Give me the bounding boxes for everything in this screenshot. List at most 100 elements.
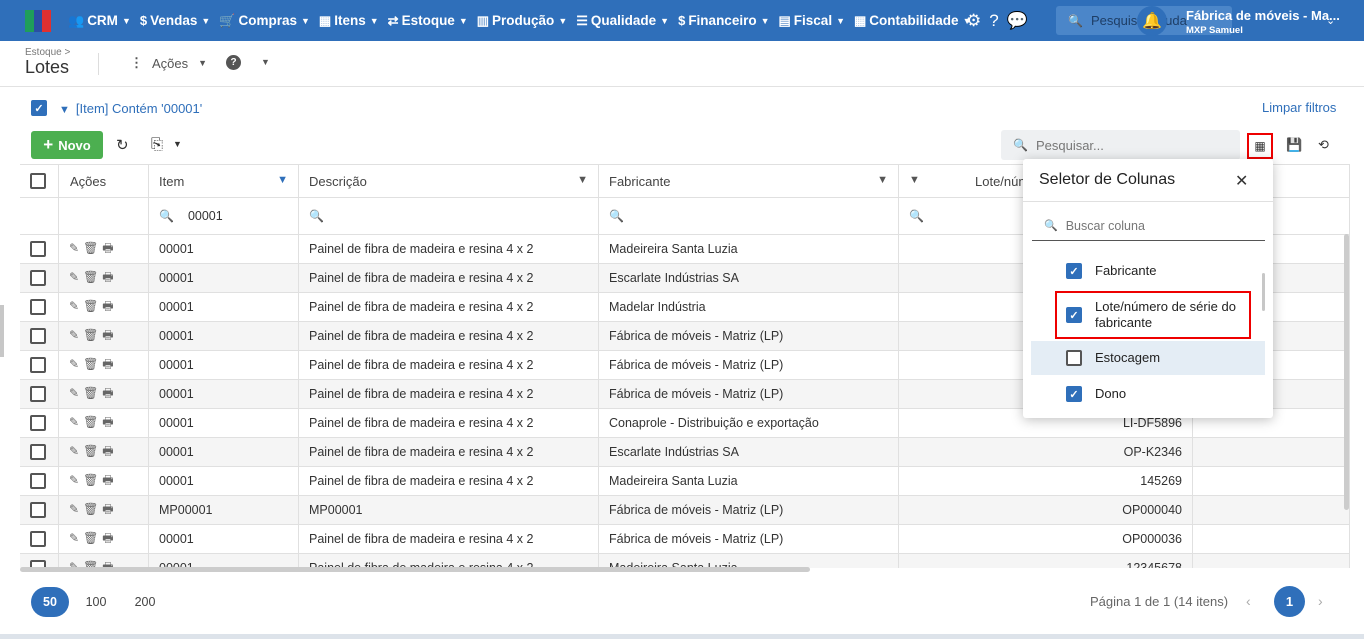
trash-icon[interactable]: 🗑 — [83, 444, 102, 458]
export-icon[interactable]: ⎘ — [151, 136, 163, 153]
header-acoes[interactable]: Ações — [59, 165, 149, 197]
page-size-100[interactable]: 100 — [77, 587, 115, 617]
edit-icon[interactable]: ✎ — [69, 270, 83, 284]
reset-layout-icon[interactable]: ⟲ — [1318, 137, 1329, 153]
nav-qualidade[interactable]: ☰ Qualidade ▼ — [576, 13, 669, 29]
edit-icon[interactable]: ✎ — [69, 241, 83, 255]
print-icon[interactable]: 🖶 — [102, 328, 117, 342]
close-icon[interactable]: ✕ — [1235, 171, 1248, 191]
resize-handle[interactable] — [0, 305, 4, 357]
print-icon[interactable]: 🖶 — [102, 473, 117, 487]
row-checkbox[interactable] — [30, 241, 46, 257]
app-logo[interactable] — [25, 10, 52, 32]
actions-menu[interactable]: ⋮ Ações ▼ — [130, 55, 207, 71]
grid-search-input[interactable]: 🔍 Pesquisar... — [1001, 130, 1240, 160]
edit-icon[interactable]: ✎ — [69, 444, 83, 458]
company-switcher[interactable]: Fábrica de móveis - Ma... MXP Samuel — [1186, 8, 1340, 36]
filter-cell[interactable]: 🔍 00001 — [149, 198, 299, 234]
row-checkbox[interactable] — [30, 415, 46, 431]
print-icon[interactable]: 🖶 — [102, 386, 117, 400]
column-chooser-button[interactable]: ▦ — [1247, 133, 1273, 159]
select-all-checkbox[interactable] — [30, 173, 46, 189]
row-checkbox[interactable] — [30, 299, 46, 315]
chat-icon[interactable]: 💬 — [1007, 11, 1028, 31]
column-option[interactable]: ✓ Dono — [1031, 378, 1265, 410]
trash-icon[interactable]: 🗑 — [83, 386, 102, 400]
nav-itens[interactable]: ▦ Itens ▼ — [319, 13, 379, 29]
filter-icon[interactable]: ▼ — [277, 174, 288, 186]
nav-vendas[interactable]: $ Vendas ▼ — [140, 13, 210, 28]
table-row[interactable]: ✎🗑🖶 00001 Painel de fibra de madeira e res… — [20, 467, 1350, 496]
nav-financeiro[interactable]: $ Financeiro ▼ — [678, 13, 769, 28]
row-checkbox[interactable] — [30, 357, 46, 373]
table-row[interactable]: ✎🗑🖶 MP00001 MP00001 Fábrica de móveis - Mat… — [20, 496, 1350, 525]
trash-icon[interactable]: 🗑 — [83, 299, 102, 313]
column-checkbox[interactable] — [1066, 350, 1082, 366]
filter-expression[interactable]: ▼ [Item] Contém '00001' — [59, 101, 202, 116]
print-icon[interactable]: 🖶 — [102, 241, 117, 255]
nav-estoque[interactable]: ⇄ Estoque ▼ — [388, 13, 468, 29]
column-option[interactable]: ✓ Fabricante — [1031, 257, 1265, 285]
nav-compras[interactable]: 🛒 Compras ▼ — [219, 13, 310, 29]
page-size-50[interactable]: 50 — [31, 587, 69, 617]
trash-icon[interactable]: 🗑 — [83, 241, 102, 255]
row-checkbox[interactable] — [30, 328, 46, 344]
filter-cell[interactable]: 🔍 — [299, 198, 599, 234]
filter-enabled-checkbox[interactable]: ✓ — [31, 100, 47, 116]
table-row[interactable]: ✎🗑🖶 00001 Painel de fibra de madeira e res… — [20, 554, 1350, 568]
trash-icon[interactable]: 🗑 — [83, 415, 102, 429]
horizontal-scrollbar[interactable] — [20, 567, 810, 572]
edit-icon[interactable]: ✎ — [69, 357, 83, 371]
print-icon[interactable]: 🖶 — [102, 270, 117, 284]
print-icon[interactable]: 🖶 — [102, 531, 117, 545]
edit-icon[interactable]: ✎ — [69, 473, 83, 487]
row-checkbox[interactable] — [30, 531, 46, 547]
filter-icon[interactable]: ▼ — [877, 174, 888, 186]
help-icon[interactable]: ? — [989, 11, 998, 31]
nav-fiscal[interactable]: ▤ Fiscal ▼ — [779, 13, 846, 29]
row-checkbox[interactable] — [30, 386, 46, 402]
header-descricao[interactable]: Descrição ▼ — [299, 165, 599, 197]
trash-icon[interactable]: 🗑 — [83, 531, 102, 545]
help-circle-icon[interactable]: ? — [226, 55, 241, 70]
nav-producao[interactable]: ▥ Produção ▼ — [477, 13, 567, 29]
filter-icon[interactable]: ▼ — [577, 174, 588, 186]
print-icon[interactable]: 🖶 — [102, 299, 117, 313]
gear-icon[interactable]: ⚙ — [966, 11, 981, 31]
filter-cell[interactable]: 🔍 — [599, 198, 899, 234]
filter-icon[interactable]: ▼ — [909, 174, 920, 186]
header-fabricante[interactable]: Fabricante ▼ — [599, 165, 899, 197]
column-checkbox[interactable]: ✓ — [1066, 263, 1082, 279]
print-icon[interactable]: 🖶 — [102, 357, 117, 371]
vertical-scrollbar[interactable] — [1344, 234, 1349, 510]
edit-icon[interactable]: ✎ — [69, 328, 83, 342]
panel-scrollbar[interactable] — [1262, 273, 1265, 311]
row-checkbox[interactable] — [30, 502, 46, 518]
nav-crm[interactable]: 👥 CRM ▼ — [68, 13, 131, 29]
edit-icon[interactable]: ✎ — [69, 386, 83, 400]
new-button[interactable]: + Novo — [31, 131, 103, 159]
chevron-down-icon[interactable]: ⌄ — [1326, 14, 1335, 27]
nav-contabilidade[interactable]: ▦ Contabilidade ▼ — [854, 13, 971, 29]
edit-icon[interactable]: ✎ — [69, 415, 83, 429]
edit-icon[interactable]: ✎ — [69, 531, 83, 545]
table-row[interactable]: ✎🗑🖶 00001 Painel de fibra de madeira e res… — [20, 525, 1350, 554]
trash-icon[interactable]: 🗑 — [83, 270, 102, 284]
trash-icon[interactable]: 🗑 — [83, 357, 102, 371]
chevron-left-icon[interactable]: ‹ — [1246, 593, 1251, 609]
trash-icon[interactable]: 🗑 — [83, 502, 102, 516]
print-icon[interactable]: 🖶 — [102, 415, 117, 429]
print-icon[interactable]: 🖶 — [102, 444, 117, 458]
column-checkbox[interactable]: ✓ — [1066, 386, 1082, 402]
row-checkbox[interactable] — [30, 270, 46, 286]
page-number[interactable]: 1 — [1274, 586, 1305, 617]
caret-down-icon[interactable]: ▼ — [173, 139, 182, 149]
bell-icon[interactable]: 🔔 — [1137, 6, 1167, 36]
chevron-right-icon[interactable]: › — [1318, 593, 1323, 609]
row-checkbox[interactable] — [30, 444, 46, 460]
print-icon[interactable]: 🖶 — [102, 502, 117, 516]
trash-icon[interactable]: 🗑 — [83, 473, 102, 487]
refresh-icon[interactable]: ↻ — [116, 136, 129, 154]
page-size-200[interactable]: 200 — [126, 587, 164, 617]
clear-filters-link[interactable]: Limpar filtros — [1262, 100, 1336, 115]
